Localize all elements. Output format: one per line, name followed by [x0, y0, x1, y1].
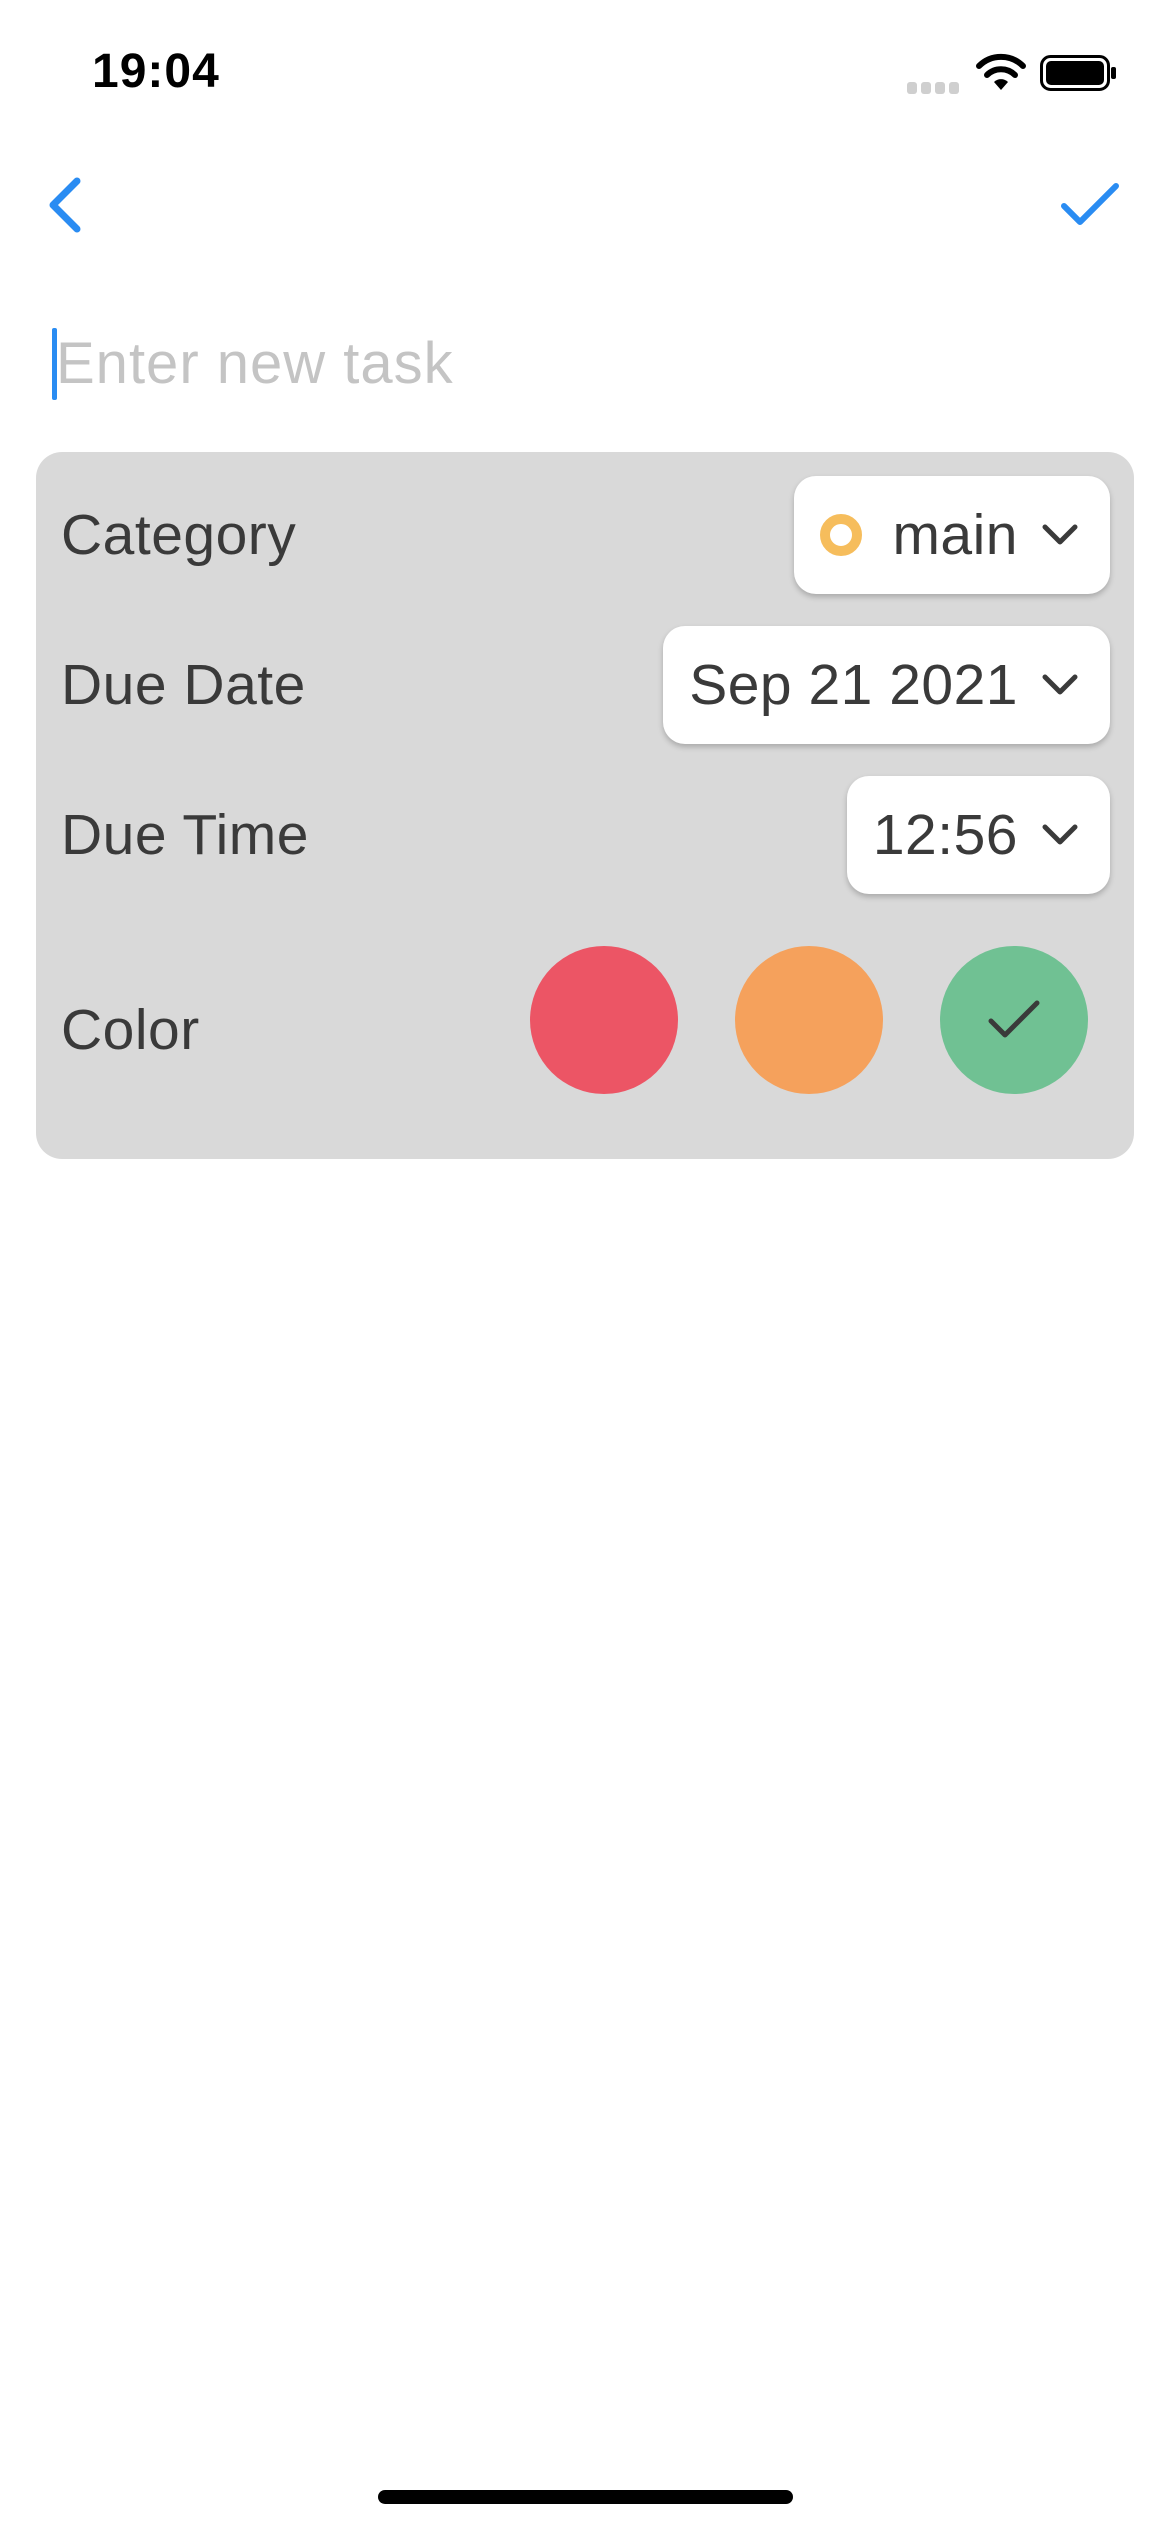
status-bar: 19:04 — [0, 0, 1170, 150]
color-swatch-green[interactable] — [940, 946, 1088, 1094]
checkmark-icon — [1061, 183, 1119, 225]
color-swatch-red[interactable] — [530, 946, 678, 1094]
category-value: main — [892, 503, 1018, 567]
chevron-down-icon — [1042, 824, 1078, 845]
task-name-input[interactable] — [52, 318, 1136, 408]
cellular-signal-icon — [907, 82, 959, 94]
color-label: Color — [61, 998, 200, 1062]
chevron-left-icon — [49, 177, 81, 233]
home-indicator — [378, 2490, 793, 2504]
category-color-dot-icon — [820, 514, 863, 556]
due-date-dropdown[interactable]: Sep 21 2021 — [663, 626, 1110, 744]
battery-icon — [1040, 55, 1116, 91]
due-time-dropdown[interactable]: 12:56 — [846, 776, 1110, 894]
category-label: Category — [61, 503, 297, 567]
task-settings-card: Category main Due Date Sep 21 2021 Due T… — [36, 452, 1134, 1159]
color-swatch-orange[interactable] — [735, 946, 883, 1094]
status-time: 19:04 — [92, 45, 220, 98]
category-dropdown[interactable]: main — [794, 476, 1110, 594]
wifi-icon — [976, 53, 1026, 90]
due-date-value: Sep 21 2021 — [689, 653, 1018, 717]
due-date-label: Due Date — [61, 653, 306, 717]
task-input-container — [52, 318, 1136, 408]
due-time-label: Due Time — [61, 803, 309, 867]
due-time-value: 12:56 — [872, 803, 1018, 867]
chevron-down-icon — [1042, 674, 1078, 695]
save-task-button[interactable] — [1040, 165, 1140, 245]
selected-check-icon — [988, 1000, 1040, 1038]
back-button[interactable] — [20, 165, 110, 245]
chevron-down-icon — [1042, 524, 1078, 545]
